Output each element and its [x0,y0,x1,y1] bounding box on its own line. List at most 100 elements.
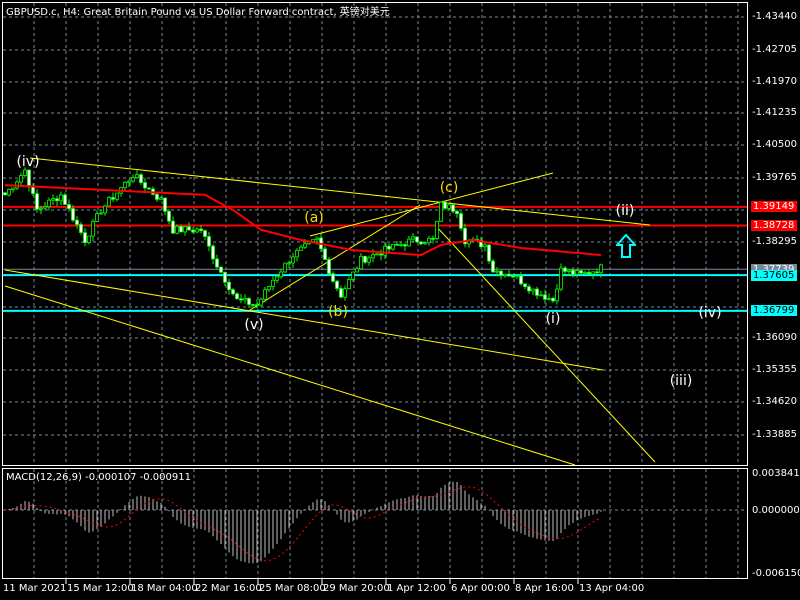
candle-body [599,264,603,274]
trendline [434,224,656,463]
frames [2,2,748,579]
candle-body [83,232,87,243]
candle-body [431,237,435,240]
candle-body [367,257,371,263]
candle-body [31,186,35,195]
candle-body [303,243,307,248]
candle-body [291,256,295,264]
candle-body [499,270,503,276]
candle-body [487,244,491,262]
candle-body [247,298,251,305]
candle-body [591,271,595,275]
candle-body [567,269,571,272]
horizontal-lines [3,205,747,312]
candle-body [211,245,215,260]
candle-body [515,275,519,278]
candle-body [63,194,67,205]
time-axis-label: 1 Apr 12:00 [387,583,446,594]
chart-title: GBPUSD.c, H4: Great Britain Pound vs US … [6,7,390,18]
candle-body [219,266,223,273]
candle-body [347,279,351,290]
price-axis-label: -1.43440 [752,11,797,22]
price-axis-label: -1.41970 [752,76,797,87]
candle-body [519,275,523,285]
candle-body [127,180,131,183]
candle-body [419,241,423,245]
candle-body [375,253,379,256]
trendline [249,204,421,311]
price-axis-label: -1.42705 [752,44,797,55]
wave-label: (i) [545,311,561,327]
candle-body [343,288,347,298]
candle-body [511,275,515,278]
candle-body [411,236,415,240]
candle-body [71,208,75,221]
candle-body [583,272,587,274]
candle-body [47,199,51,208]
candle-body [575,270,579,275]
macd-axis-min: -0.006150 [752,568,800,579]
candle-body [175,226,179,234]
wave-label: (a) [304,210,324,226]
candle-body [351,271,355,280]
candle-body [67,204,71,209]
chart-window[interactable]: GBPUSD.c, H4: Great Britain Pound vs US … [0,0,800,600]
macd-axis-max: 0.003841 [752,468,800,479]
time-axis-label: 25 Mar 08:00 [259,583,326,594]
candle-body [523,283,527,288]
candle-body [383,245,387,256]
candle-body [199,228,203,232]
arrow-up-icon [616,234,636,258]
candle-body [111,197,115,200]
candle-body [171,220,175,234]
candle-body [359,255,363,270]
wave-label: (iv) [698,305,722,321]
price-axis-label: -1.40500 [752,139,797,150]
moving-average-line [4,184,602,257]
candle-body [239,298,243,301]
candle-body [527,286,531,292]
candle-body [435,220,439,239]
price-axis-label: -1.35355 [752,364,797,375]
candle-body [403,244,407,247]
candle-body [271,279,275,287]
candle-body [571,269,575,275]
candle-body [543,294,547,300]
candle-body [335,280,339,289]
candle-body [243,298,247,301]
macd-title: MACD(12,26,9) -0.000107 -0.000911 [6,472,191,483]
candle-body [551,297,555,302]
candle-body [427,237,431,244]
candle-body [295,250,299,258]
candle-body [531,288,535,292]
candle-body [155,193,159,200]
candle-body [267,286,271,291]
time-axis-label: 8 Apr 16:00 [515,583,574,594]
candle-body [263,289,267,300]
candle-body [387,245,391,250]
candle-body [147,187,151,190]
candle-body [131,177,135,182]
price-tag: 1.38728 [751,219,797,231]
candle-body [559,267,563,290]
candle-body [207,236,211,247]
candle-body [323,248,327,260]
candle-body [391,243,395,250]
time-axis-label: 18 Mar 04:00 [131,583,198,594]
wave-label: (c) [439,180,459,196]
candle-body [59,194,63,202]
candle-body [503,273,507,276]
wave-label: (v) [244,317,264,333]
candle-body [447,204,451,209]
candle-body [355,268,359,273]
candle-body [287,262,291,265]
trendline [4,269,604,371]
candle-body [563,267,567,272]
chart-canvas[interactable] [0,0,800,600]
candle-body [371,253,375,259]
candle-body [539,294,543,297]
price-axis-label: -1.41235 [752,107,797,118]
candle-body [495,270,499,273]
candle-body [107,197,111,207]
candle-body [39,207,43,210]
